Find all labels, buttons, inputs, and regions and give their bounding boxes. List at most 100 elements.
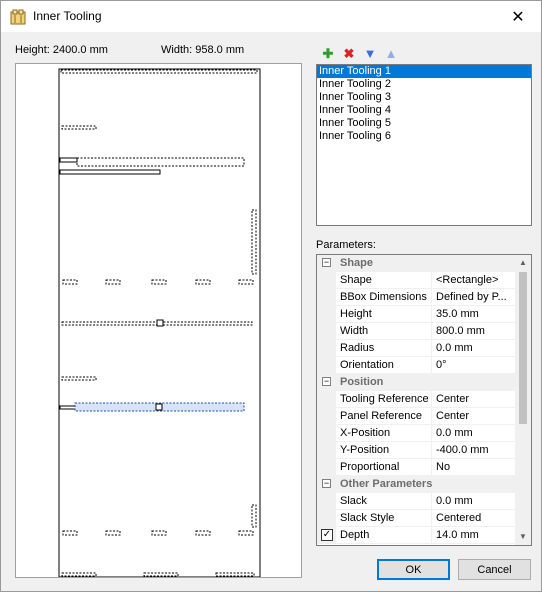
- property-value[interactable]: 0°: [432, 357, 516, 374]
- property-value[interactable]: <Rectangle>: [432, 272, 516, 289]
- row-gutter: ✓: [317, 527, 336, 544]
- scrollbar-thumb[interactable]: [519, 272, 527, 424]
- tooling-slot: [143, 572, 179, 577]
- row-gutter: [317, 425, 336, 442]
- row-gutter: [317, 289, 336, 306]
- row-gutter: [317, 323, 336, 340]
- collapse-minus-icon[interactable]: −: [322, 479, 331, 488]
- close-icon: ✕: [511, 8, 525, 26]
- delete-tooling-button[interactable]: ✖: [341, 45, 357, 61]
- property-row[interactable]: Width 800.0 mm: [317, 323, 516, 340]
- category-row-shape[interactable]: − Shape: [317, 255, 516, 272]
- row-gutter: [317, 306, 336, 323]
- tooling-list-item[interactable]: Inner Tooling 3: [317, 91, 531, 104]
- tooling-slot: [59, 157, 78, 163]
- tooling-slot: [105, 279, 121, 285]
- width-readout: Width: 958.0 mm: [161, 44, 245, 56]
- property-value[interactable]: No: [432, 459, 516, 476]
- tooling-list-item[interactable]: Inner Tooling 6: [317, 130, 531, 143]
- property-value[interactable]: 14.0 mm: [432, 527, 516, 544]
- property-value[interactable]: 0.0 mm: [432, 340, 516, 357]
- category-row-other[interactable]: − Other Parameters: [317, 476, 516, 493]
- property-row[interactable]: Shape <Rectangle>: [317, 272, 516, 289]
- property-name: Height: [336, 306, 432, 323]
- scroll-down-arrow-icon[interactable]: ▼: [515, 529, 531, 545]
- property-row[interactable]: Orientation 0°: [317, 357, 516, 374]
- property-name: Y-Position: [336, 442, 432, 459]
- category-label: Shape: [340, 257, 374, 269]
- tooling-slot: [61, 125, 97, 130]
- tooling-list-item[interactable]: Inner Tooling 4: [317, 104, 531, 117]
- tooling-slot: [215, 572, 255, 577]
- row-gutter: [317, 340, 336, 357]
- row-gutter: [317, 408, 336, 425]
- tooling-list-item[interactable]: Inner Tooling 5: [317, 117, 531, 130]
- tooling-app-icon: [10, 9, 26, 25]
- tooling-slot: [59, 169, 161, 175]
- row-gutter: [317, 357, 336, 374]
- property-name: Shape: [336, 272, 432, 289]
- property-row[interactable]: Panel Reference Center: [317, 408, 516, 425]
- tooling-slot: [151, 530, 167, 536]
- property-row[interactable]: ✓ Depth 14.0 mm: [317, 527, 516, 544]
- add-tooling-button[interactable]: ✚: [320, 45, 336, 61]
- tooling-slot: [105, 530, 121, 536]
- close-button[interactable]: ✕: [495, 1, 541, 32]
- property-row[interactable]: Slack 0.0 mm: [317, 493, 516, 510]
- property-row[interactable]: BBox Dimensions Defined by P...: [317, 289, 516, 306]
- tooling-list-item[interactable]: Inner Tooling 2: [317, 78, 531, 91]
- tooling-list[interactable]: Inner Tooling 1 Inner Tooling 2 Inner Tool…: [316, 64, 532, 226]
- move-up-button[interactable]: ▲: [383, 45, 399, 61]
- property-value[interactable]: 0.0 mm: [432, 425, 516, 442]
- property-checkbox[interactable]: ✓: [321, 529, 333, 541]
- property-name: Slack Style: [336, 510, 432, 527]
- parameters-grid-body: − Shape Shape <Rectangle> BBox Dimensions Def…: [317, 255, 516, 544]
- property-row[interactable]: Tooling Reference Center: [317, 391, 516, 408]
- collapse-minus-icon[interactable]: −: [322, 377, 331, 386]
- ok-button[interactable]: OK: [377, 559, 450, 580]
- property-name: X-Position: [336, 425, 432, 442]
- property-row[interactable]: Height 35.0 mm: [317, 306, 516, 323]
- move-down-button[interactable]: ▼: [362, 45, 378, 61]
- property-value[interactable]: Centered: [432, 510, 516, 527]
- tooling-list-item[interactable]: Inner Tooling 1: [317, 65, 531, 78]
- row-gutter: [317, 493, 336, 510]
- tooling-slot: [195, 279, 211, 285]
- plus-icon: ✚: [322, 45, 334, 61]
- category-row-position[interactable]: − Position: [317, 374, 516, 391]
- property-value[interactable]: -400.0 mm: [432, 442, 516, 459]
- property-row[interactable]: Slack Style Centered: [317, 510, 516, 527]
- window-title: Inner Tooling: [33, 9, 102, 23]
- collapse-minus-icon[interactable]: −: [322, 258, 331, 267]
- property-value[interactable]: Center: [432, 408, 516, 425]
- height-readout: Height: 2400.0 mm: [15, 44, 108, 56]
- property-row[interactable]: Proportional No: [317, 459, 516, 476]
- property-name: Slack: [336, 493, 432, 510]
- tooling-slot: [238, 279, 254, 285]
- property-row[interactable]: X-Position 0.0 mm: [317, 425, 516, 442]
- property-row[interactable]: Y-Position -400.0 mm: [317, 442, 516, 459]
- property-value[interactable]: Center: [432, 391, 516, 408]
- category-label: Other Parameters: [340, 478, 433, 490]
- property-name: Orientation: [336, 357, 432, 374]
- arrow-down-icon: ▼: [363, 45, 377, 61]
- parameters-grid[interactable]: − Shape Shape <Rectangle> BBox Dimensions Def…: [316, 254, 532, 546]
- tooling-slot: [62, 279, 78, 285]
- delete-x-icon: ✖: [343, 45, 355, 61]
- row-gutter: [317, 272, 336, 289]
- tooling-slot: [251, 504, 257, 528]
- tooling-preview-canvas[interactable]: [15, 63, 302, 578]
- parameters-label: Parameters:: [316, 239, 376, 251]
- property-row[interactable]: Radius 0.0 mm: [317, 340, 516, 357]
- cancel-button[interactable]: Cancel: [458, 559, 531, 580]
- row-gutter: [317, 510, 336, 527]
- property-value[interactable]: 800.0 mm: [432, 323, 516, 340]
- property-value[interactable]: Defined by P...: [432, 289, 516, 306]
- vertical-scrollbar[interactable]: ▲ ▼: [515, 255, 531, 545]
- tooling-slot: [62, 530, 78, 536]
- property-value[interactable]: 0.0 mm: [432, 493, 516, 510]
- property-value[interactable]: 35.0 mm: [432, 306, 516, 323]
- tooling-slot: [238, 530, 254, 536]
- tooling-slot: [59, 405, 78, 410]
- scroll-up-arrow-icon[interactable]: ▲: [515, 255, 531, 271]
